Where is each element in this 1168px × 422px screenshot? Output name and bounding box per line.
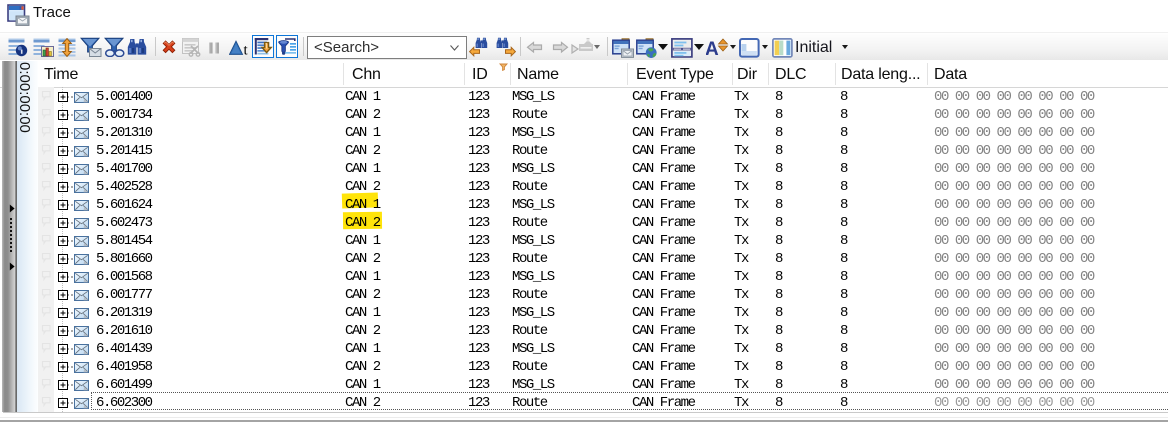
svg-text:A: A <box>706 39 719 58</box>
svg-text:t: t <box>244 43 249 57</box>
